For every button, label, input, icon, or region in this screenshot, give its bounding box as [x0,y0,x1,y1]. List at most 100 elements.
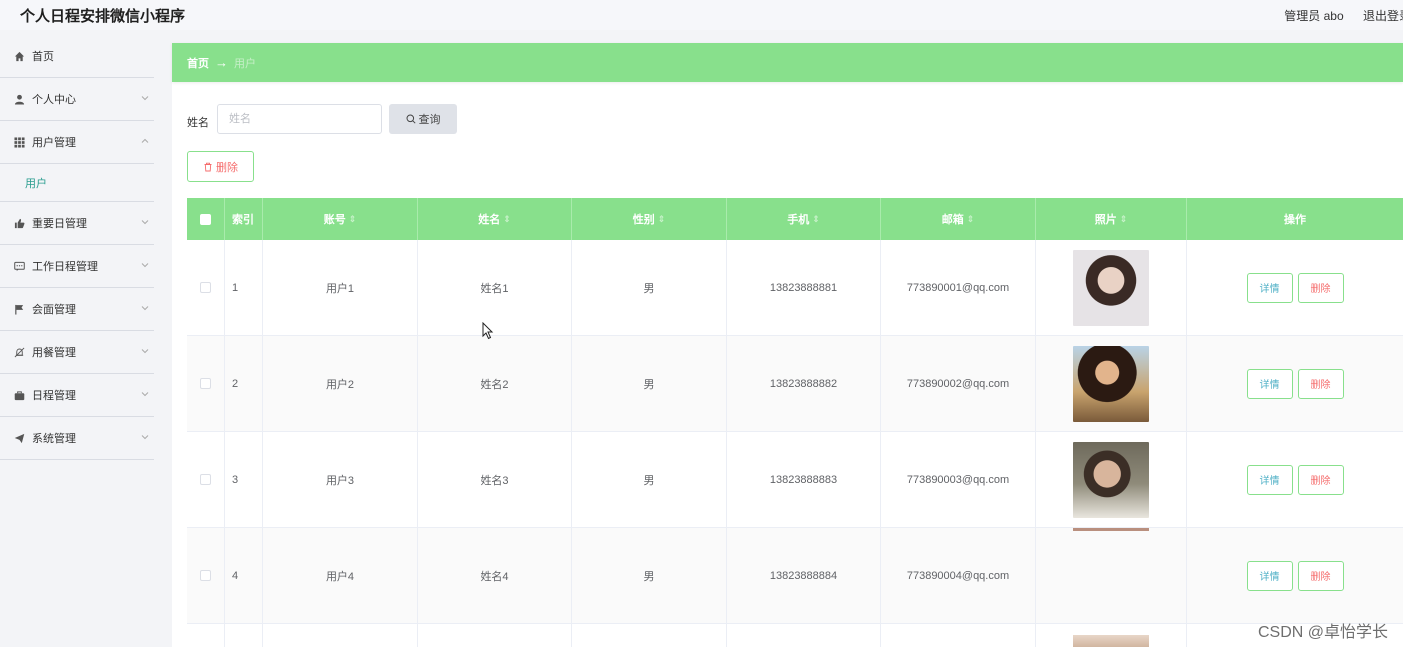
select-all-checkbox[interactable] [200,213,211,225]
sort-icon[interactable]: ⇕ [349,214,357,225]
chevron-down-icon [141,263,149,268]
delete-button[interactable]: 删除 [1297,560,1344,591]
row-checkbox[interactable] [200,378,211,389]
chevron-down-icon [141,349,149,354]
header-phone[interactable]: 手机 ⇕ [727,198,881,240]
grid-icon [13,136,25,148]
chevron-up-icon [141,138,149,143]
user-photo-partial [1073,528,1149,531]
sort-icon[interactable]: ⇕ [503,214,511,225]
top-bar: 个人日程安排微信小程序 管理员 abo 退出登录 [0,0,1403,30]
table-row: 1 用户1 姓名1 男 13823888881 773890001@qq.com… [187,240,1403,336]
user-photo [1073,441,1149,518]
sidebar-item-work-schedule[interactable]: 工作日程管理 [0,245,154,288]
cell-name: 姓名4 [418,528,572,623]
header-account[interactable]: 账号 ⇕ [263,198,418,240]
sidebar-item-meals[interactable]: 用餐管理 [0,331,154,374]
row-checkbox[interactable] [200,282,211,293]
cell-index: 2 [225,336,263,431]
chevron-down-icon [141,435,149,440]
briefcase-icon [13,389,25,401]
cell-name: 姓名2 [418,336,572,431]
top-right-user-area: 管理员 abo 退出登录 [1268,7,1403,24]
cell-index: 3 [225,432,263,527]
cell-phone: 13823888883 [727,432,881,527]
watermark: CSDN @卓怡学长 [1257,624,1388,641]
header-email[interactable]: 邮箱 ⇕ [881,198,1036,240]
cell-index: 4 [225,528,263,623]
header-name[interactable]: 姓名 ⇕ [418,198,572,240]
detail-button[interactable]: 详情 [1246,272,1293,303]
search-name-label: 姓名 [187,117,209,129]
sidebar-item-meetings[interactable]: 会面管理 [0,288,154,331]
mouse-cursor-icon [482,322,494,340]
sort-icon[interactable]: ⇕ [1120,214,1128,225]
search-button[interactable]: 查询 [389,104,457,134]
sidebar-item-label: 系统管理 [32,433,76,445]
cell-email: 773890002@qq.com [881,336,1036,431]
cell-account: 用户4 [263,528,418,623]
chevron-down-icon [141,392,149,397]
flag-icon [13,303,25,315]
sidebar-item-label: 用户管理 [32,137,76,149]
delete-button[interactable]: 删除 [1297,272,1344,303]
header-photo[interactable]: 照片 ⇕ [1036,198,1187,240]
cell-index: 1 [225,240,263,335]
sidebar-item-label: 用餐管理 [32,347,76,359]
cell-account: 用户3 [263,432,418,527]
detail-button[interactable]: 详情 [1246,368,1293,399]
cell-name: 姓名1 [418,240,572,335]
row-checkbox[interactable] [200,570,211,581]
sidebar-item-home[interactable]: 首页 [0,35,154,78]
sidebar-item-schedules[interactable]: 日程管理 [0,374,154,417]
cell-phone: 13823888881 [727,240,881,335]
cell-gender: 男 [572,432,727,527]
sidebar-item-label: 工作日程管理 [32,261,98,273]
delete-button[interactable]: 删除 [1297,368,1344,399]
sort-icon[interactable]: ⇕ [967,214,975,225]
detail-button[interactable]: 详情 [1246,560,1293,591]
sidebar-item-user-management[interactable]: 用户管理 [0,121,154,164]
logout-link[interactable]: 退出登录 [1363,9,1403,23]
home-icon [13,50,25,62]
cell-email: 773890004@qq.com [881,528,1036,623]
send-icon [13,432,25,444]
cell-name: 姓名3 [418,432,572,527]
sort-icon[interactable]: ⇕ [658,214,666,225]
chevron-down-icon [141,96,149,101]
sidebar-item-important-days[interactable]: 重要日管理 [0,202,154,245]
app-title: 个人日程安排微信小程序 [20,8,186,25]
table-header: 索引 账号 ⇕ 姓名 ⇕ 性别 ⇕ 手机 ⇕ 邮箱 ⇕ 照片 ⇕ 操作 [187,198,1403,240]
sidebar-item-label: 日程管理 [32,390,76,402]
sidebar-item-personal-center[interactable]: 个人中心 [0,78,154,121]
header-actions: 操作 [1284,214,1306,226]
sidebar-item-label: 重要日管理 [32,218,87,230]
breadcrumb-home[interactable]: 首页 [187,55,209,71]
header-gender[interactable]: 性别 ⇕ [572,198,727,240]
sidebar-item-label: 首页 [32,51,54,63]
breadcrumb-arrow: → [215,55,228,70]
bell-off-icon [13,346,25,358]
cell-phone: 13823888882 [727,336,881,431]
table-row [187,624,1403,647]
sort-icon[interactable]: ⇕ [812,214,820,225]
user-photo-partial [1073,635,1149,647]
chevron-down-icon [141,220,149,225]
cell-gender: 男 [572,528,727,623]
table-row: 4 用户4 姓名4 男 13823888884 773890004@qq.com… [187,528,1403,624]
trash-icon [204,162,212,171]
sidebar-subitem-users[interactable]: 用户 [0,164,154,202]
users-table: 索引 账号 ⇕ 姓名 ⇕ 性别 ⇕ 手机 ⇕ 邮箱 ⇕ 照片 ⇕ 操作 1 用户1 姓名1 … [187,198,1403,647]
admin-username: 管理员 abo [1284,9,1344,23]
detail-button[interactable]: 详情 [1246,464,1293,495]
search-icon [406,114,416,124]
row-checkbox[interactable] [200,474,211,485]
search-name-input[interactable] [217,104,382,134]
batch-delete-button[interactable]: 删除 [187,151,254,182]
cell-account: 用户1 [263,240,418,335]
delete-button[interactable]: 删除 [1297,464,1344,495]
cell-email: 773890001@qq.com [881,240,1036,335]
sidebar-item-label: 个人中心 [32,94,76,106]
cell-gender: 男 [572,336,727,431]
sidebar-item-system[interactable]: 系统管理 [0,417,154,460]
